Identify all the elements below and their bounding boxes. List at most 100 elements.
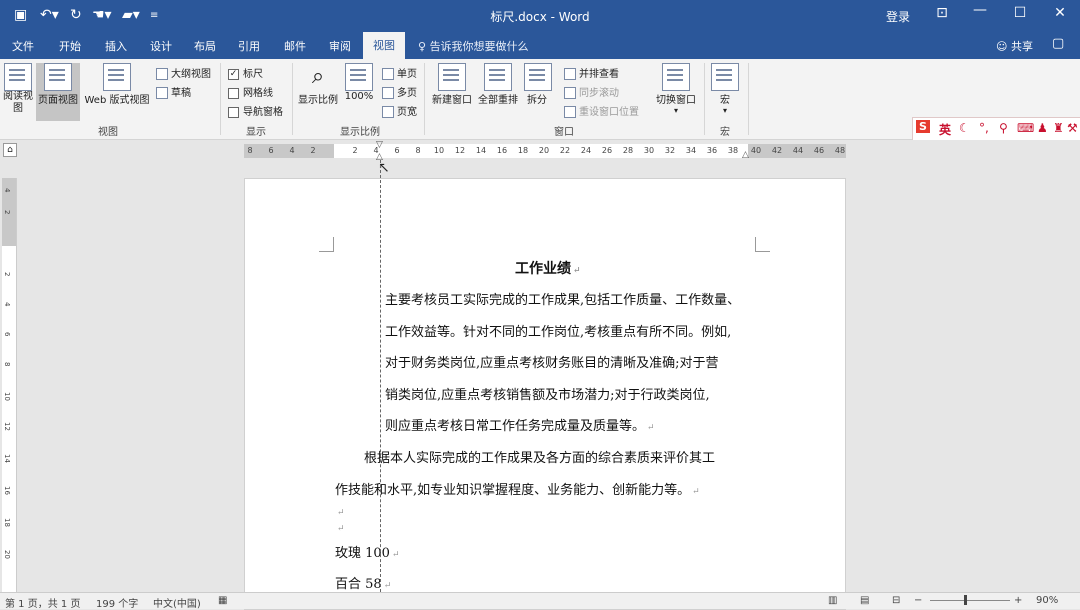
ime-language-toggle[interactable]: 英 [939,121,951,138]
arrange-all-button[interactable]: 全部重排 [476,63,520,106]
ruler-number: 4 [289,146,295,155]
ruler-number: 40 [750,146,762,155]
right-indent-marker-icon[interactable]: △ [742,150,749,160]
reset-window-icon [564,106,576,118]
keyboard-icon[interactable]: ⌨ [1017,121,1034,135]
moon-icon[interactable]: ☾ [959,121,970,135]
page-width-label: 页宽 [397,107,417,118]
read-mode-button[interactable]: 阅读视图 [2,63,34,115]
user-icon[interactable]: ♟ [1037,121,1048,135]
paragraph-line-text: 则应重点考核日常工作任务完成量及质量等。 [385,419,646,434]
sogou-logo-icon[interactable]: S [916,120,930,133]
ribbon-display-options-icon[interactable]: ⊡ [922,5,962,21]
clothes-icon[interactable]: ♜ [1053,121,1064,135]
ruler-number: 44 [792,146,804,155]
view-side-by-side-button[interactable]: 并排查看 [564,65,619,80]
navigation-pane-checkbox[interactable]: 导航窗格 [228,103,283,118]
punctuation-icon[interactable]: °, [979,121,989,135]
synchronous-scrolling-button[interactable]: 同步滚动 [564,84,619,99]
paragraph-line-last[interactable]: 则应重点考核日常工作任务完成量及质量等。 ↵ [385,415,655,434]
views-group-label: 视图 [98,127,118,138]
switch-windows-button[interactable]: 切换窗口 ▾ [654,63,698,115]
empty-paragraph[interactable]: ↵ [335,504,345,519]
print-layout-view-icon[interactable]: ▤ [860,595,869,606]
zoom-100-button[interactable]: 100% [344,63,374,102]
sync-scroll-icon [564,87,576,99]
tab-review[interactable]: 审阅 [329,38,351,54]
person-icon: ☺ [996,40,1011,53]
tab-insert[interactable]: 插入 [105,38,127,54]
outline-icon [156,68,168,80]
ruler-number: 8 [415,146,421,155]
read-mode-view-icon[interactable]: ▥ [828,595,837,606]
window-title: 标尺.docx - Word [490,10,590,24]
reset-window-label: 重设窗口位置 [579,107,639,118]
macros-button[interactable]: 宏 ▾ [710,63,740,115]
one-page-button[interactable]: 单页 [382,65,417,80]
vertical-ruler[interactable]: 4 2 2 4 6 8 10 12 14 16 18 20 [2,178,17,592]
zoom-100-label: 100% [344,91,374,102]
document-heading[interactable]: 工作业绩 ↵ [515,258,581,278]
paragraph-line[interactable]: 销类岗位,应重点考核销售额及市场潜力;对于行政类岗位, [385,384,710,403]
share-button[interactable]: ☺ 共享 [996,38,1033,54]
web-layout-button[interactable]: Web 版式视图 [82,63,152,106]
ruler-number: 2 [3,210,11,215]
print-layout-button[interactable]: 页面视图 [36,63,80,121]
tab-view[interactable]: 视图 [363,32,405,59]
minimize-icon[interactable]: — [960,2,1000,18]
share-label: 共享 [1010,40,1033,53]
first-line-indent-marker-icon[interactable]: ▽ [376,140,383,150]
paragraph-mark-icon: ↵ [692,487,700,497]
zoom-level[interactable]: 90% [1036,595,1058,606]
zoom-out-icon[interactable]: − [914,595,922,606]
tell-me-box[interactable]: ♀ 告诉我你想要做什么 [418,38,529,54]
ime-toolbar: S 英 ☾ °, ⚲ ⌨ ♟ ♜ ⚒ [912,117,1080,141]
zoom-button[interactable]: ⌕ 显示比例 [296,63,340,106]
ruler-checkbox[interactable]: ✓ 标尺 [228,65,263,80]
outline-button[interactable]: 大纲视图 [156,65,211,80]
draft-label: 草稿 [171,88,191,99]
multiple-pages-button[interactable]: 多页 [382,84,417,99]
tab-layout[interactable]: 布局 [194,38,216,54]
split-label: 拆分 [527,95,547,106]
group-separator [220,63,221,135]
tab-selector-icon[interactable]: ⌂ [3,143,17,157]
paragraph-line[interactable]: 工作效益等。针对不同的工作岗位,考核重点有所不同。例如, [385,321,731,340]
list-item[interactable]: 玫瑰 100 ↵ [335,542,400,561]
split-button[interactable]: 拆分 [524,63,552,106]
ruler-number: 4 [3,302,11,307]
empty-paragraph[interactable]: ↵ [335,520,345,535]
tools-icon[interactable]: ⚒ [1067,121,1078,135]
tab-mailings[interactable]: 邮件 [284,38,306,54]
new-window-label: 新建窗口 [432,95,472,106]
comment-icon[interactable]: ▢ [1052,36,1064,51]
paragraph-line[interactable]: 根据本人实际完成的工作成果及各方面的综合素质来评价其工 [364,447,715,466]
microphone-icon[interactable]: ⚲ [999,121,1008,135]
new-window-button[interactable]: 新建窗口 [430,63,474,106]
paragraph-line-last[interactable]: 作技能和水平,如专业知识掌握程度、业务能力、创新能力等。 ↵ [335,479,700,498]
read-mode-icon [4,63,32,91]
web-layout-view-icon[interactable]: ⊟ [892,595,900,606]
ruler-number: 34 [685,146,697,155]
paragraph-line[interactable]: 对于财务类岗位,应重点考核财务账目的清晰及准确;对于营 [385,352,719,371]
tab-file[interactable]: 文件 [12,38,34,54]
zoom-slider-thumb[interactable] [964,595,967,605]
maximize-icon[interactable]: ☐ [1000,5,1040,21]
paragraph-line[interactable]: 主要考核员工实际完成的工作成果,包括工作质量、工作数量、 [385,289,740,308]
reset-window-position-button[interactable]: 重设窗口位置 [564,103,639,118]
zoom-in-icon[interactable]: + [1014,595,1022,606]
gridlines-checkbox[interactable]: 网格线 [228,84,273,99]
horizontal-ruler[interactable]: 8 6 4 2 2 4 6 8 10 12 14 16 18 20 22 24 … [244,140,846,162]
sign-in-link[interactable]: 登录 [886,8,910,25]
macro-record-icon[interactable]: ▦ [218,595,227,606]
paragraph-mark-icon: ↵ [337,524,345,534]
close-icon[interactable]: ✕ [1040,5,1080,21]
page-width-button[interactable]: 页宽 [382,103,417,118]
list-item[interactable]: 百合 58 ↵ [335,573,391,592]
draft-button[interactable]: 草稿 [156,84,191,99]
ruler-number: 30 [643,146,655,155]
tab-references[interactable]: 引用 [238,38,260,54]
zoom-slider-track[interactable] [930,600,1010,601]
tab-home[interactable]: 开始 [59,38,81,54]
tab-design[interactable]: 设计 [150,38,172,54]
